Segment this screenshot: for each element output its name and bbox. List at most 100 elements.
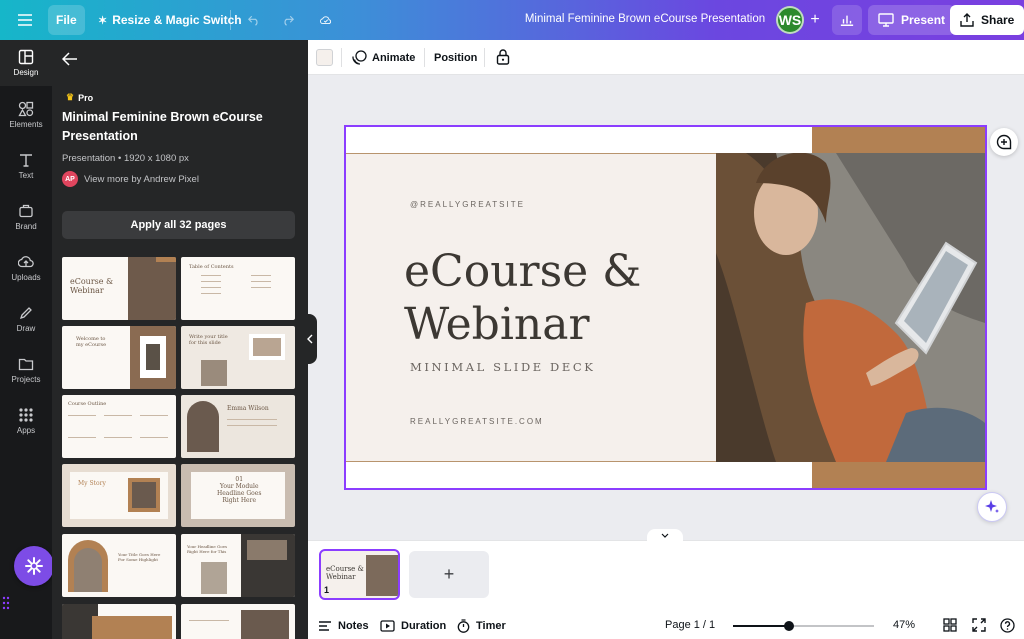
template-page-thumbnail[interactable] (181, 604, 295, 639)
thumbnail-accent (156, 257, 176, 262)
template-panel: ♛ Pro Minimal Feminine Brown eCourse Pre… (52, 40, 308, 639)
undo-icon[interactable] (240, 5, 268, 35)
brown-accent-top[interactable] (812, 127, 985, 153)
document-title[interactable]: Minimal Feminine Brown eCourse Presentat… (520, 13, 770, 25)
add-comment-button[interactable] (990, 128, 1018, 156)
template-page-thumbnail[interactable]: Welcome to my eCourse (62, 326, 176, 389)
duration-icon (380, 620, 395, 632)
magic-assistant-button[interactable] (14, 546, 54, 586)
template-page-thumbnail[interactable]: My Story (62, 464, 176, 527)
thumbnail-text: Table of Contents (189, 264, 234, 270)
page-thumbnail-text: eCourse & Webinar (326, 565, 364, 581)
rail-label: Brand (15, 222, 37, 231)
lock-icon[interactable] (496, 49, 512, 66)
rail-item-text[interactable]: Text (0, 143, 52, 189)
page-thumbnail-1[interactable]: eCourse & Webinar 1 (319, 549, 400, 600)
pro-label: Pro (78, 92, 94, 103)
present-icon (878, 13, 894, 27)
slide-title-line-2: Webinar (404, 299, 590, 350)
present-button[interactable]: Present (868, 5, 956, 35)
timer-button[interactable]: Timer (457, 617, 506, 635)
help-icon[interactable] (1000, 618, 1016, 634)
add-page-button[interactable]: + (409, 551, 489, 598)
template-page-thumbnail[interactable]: Table of Contents (181, 257, 295, 320)
magic-sparkle-button[interactable] (977, 492, 1007, 522)
divider (341, 48, 342, 67)
template-meta: Presentation • 1920 x 1080 px (62, 153, 189, 164)
add-collaborator-icon[interactable]: + (806, 7, 824, 33)
share-button[interactable]: Share (950, 5, 1024, 35)
redo-icon[interactable] (274, 5, 302, 35)
user-avatar[interactable]: WS (776, 6, 804, 34)
resize-magic-switch-button[interactable]: ✶ Resize & Magic Switch (90, 5, 250, 35)
rail-item-uploads[interactable]: Uploads (0, 245, 52, 291)
thumbnail-photo (247, 540, 287, 560)
thumbnail-line (251, 275, 271, 276)
thumbnail-line (68, 415, 96, 416)
slide-social-handle[interactable]: @REALLYGREATSITE (410, 200, 525, 209)
thumbnail-line (251, 281, 271, 282)
zoom-level[interactable]: 47% (886, 619, 922, 631)
template-page-thumbnail[interactable]: Your Title Goes Here For Some Highlight (62, 534, 176, 597)
template-page-thumbnail[interactable]: 01 Your Module Headline Goes Right Here (181, 464, 295, 527)
thumbnail-text: eCourse & Webinar (70, 277, 114, 295)
position-button[interactable]: Position (434, 48, 477, 67)
thumbnail-line (227, 425, 277, 426)
chevron-down-icon[interactable] (647, 529, 683, 541)
crown-icon: ♛ (66, 92, 75, 102)
file-menu-button[interactable]: File (48, 5, 85, 35)
insights-chart-icon[interactable] (832, 5, 862, 35)
menu-icon[interactable] (10, 5, 40, 35)
rail-item-elements[interactable]: Elements (0, 92, 52, 138)
fullscreen-icon[interactable] (972, 618, 988, 634)
template-page-thumbnail[interactable]: Emma Wilson (181, 395, 295, 458)
zoom-slider-fill (733, 625, 789, 627)
template-page-thumbnail[interactable]: Course Outline (62, 395, 176, 458)
woman-with-tablet-photo[interactable] (716, 153, 985, 462)
projects-icon (18, 358, 34, 371)
context-toolbar: Animate Position (308, 40, 1024, 75)
slide-subtitle[interactable]: MINIMAL SLIDE DECK (410, 360, 595, 374)
rail-item-brand[interactable]: Brand (0, 194, 52, 240)
collapse-panel-handle[interactable] (303, 314, 317, 364)
share-upload-icon (960, 13, 974, 27)
slide-title[interactable]: eCourse & Webinar (404, 245, 704, 351)
notes-button[interactable]: Notes (318, 617, 369, 635)
template-page-thumbnail[interactable]: eCourse & Webinar (62, 257, 176, 320)
template-page-thumbnail[interactable] (62, 604, 176, 639)
slide-top-band (346, 127, 812, 153)
template-page-thumbnail[interactable]: Your Headline Goes Right Here for This (181, 534, 295, 597)
rail-label: Apps (16, 426, 36, 435)
thumbnail-text: My Story (78, 480, 106, 487)
thumbnail-line (140, 415, 168, 416)
divider (484, 48, 485, 67)
brown-accent-bottom[interactable] (812, 462, 985, 488)
page-indicator[interactable]: Page 1 / 1 (665, 619, 715, 631)
page-number: 1 (324, 585, 330, 595)
grid-view-icon[interactable] (943, 618, 959, 634)
grip-dots-icon (2, 596, 14, 618)
author-link[interactable]: AP View more by Andrew Pixel (62, 171, 199, 187)
back-arrow-icon[interactable] (61, 52, 82, 68)
chevron-left-icon (307, 334, 313, 344)
slide-website[interactable]: REALLYGREATSITE.COM (410, 417, 544, 426)
zoom-slider-knob[interactable] (784, 621, 794, 631)
rail-item-apps[interactable]: Apps (0, 398, 52, 444)
background-color-swatch[interactable] (316, 49, 333, 66)
thumbnail-line (104, 415, 132, 416)
rail-item-design[interactable]: Design (0, 40, 52, 86)
duration-button[interactable]: Duration (380, 617, 446, 635)
thumbnail-photo (201, 562, 227, 594)
rail-item-projects[interactable]: Projects (0, 347, 52, 393)
cloud-saved-icon[interactable] (312, 5, 340, 35)
share-label: Share (981, 13, 1015, 27)
template-title: Minimal Feminine Brown eCourse Presentat… (62, 110, 263, 143)
thumbnail-text: Write your title for this slide (189, 334, 228, 346)
animate-button[interactable]: Animate (352, 48, 415, 67)
thumbnail-text: Course Outline (68, 401, 107, 407)
template-page-thumbnail[interactable]: Write your title for this slide (181, 326, 295, 389)
rail-item-draw[interactable]: Draw (0, 296, 52, 342)
slide-canvas[interactable]: @REALLYGREATSITE eCourse & Webinar MINIM… (346, 127, 985, 488)
thumbnail-photo (132, 482, 156, 508)
apply-all-pages-button[interactable]: Apply all 32 pages (62, 211, 295, 239)
